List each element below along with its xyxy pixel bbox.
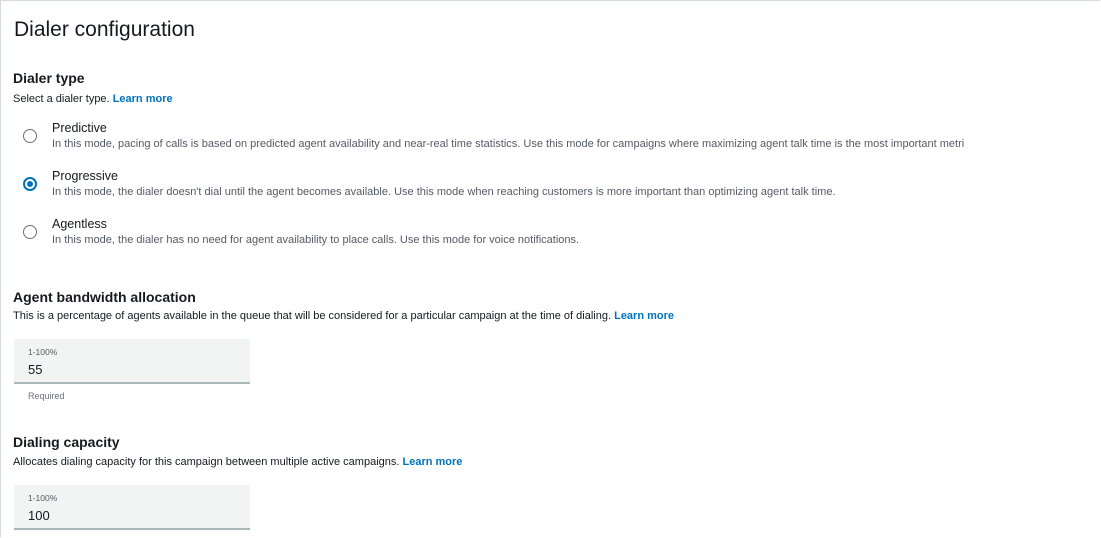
agent-bandwidth-constraint-text: Required <box>28 391 65 401</box>
dialer-type-heading: Dialer type <box>13 70 85 86</box>
dialer-type-description: Select a dialer type. Learn more <box>13 93 173 105</box>
progressive-label[interactable]: Progressive <box>52 169 118 183</box>
progressive-description: In this mode, the dialer doesn't dial un… <box>52 186 836 198</box>
dialer-type-description-text: Select a dialer type. <box>13 93 110 105</box>
agent-bandwidth-heading: Agent bandwidth allocation <box>13 289 196 305</box>
agent-bandwidth-description: This is a percentage of agents available… <box>13 310 674 322</box>
agent-bandwidth-learn-more-link[interactable]: Learn more <box>614 310 674 322</box>
radio-option-agentless[interactable]: Agentless In this mode, the dialer has n… <box>23 217 1100 257</box>
dialing-capacity-heading: Dialing capacity <box>13 434 120 450</box>
dialing-capacity-description: Allocates dialing capacity for this camp… <box>13 456 462 468</box>
dialing-capacity-description-text: Allocates dialing capacity for this camp… <box>13 456 400 468</box>
dialer-type-learn-more-link[interactable]: Learn more <box>113 93 173 105</box>
agent-bandwidth-value[interactable]: 55 <box>28 362 42 377</box>
radio-option-predictive[interactable]: Predictive In this mode, pacing of calls… <box>23 121 1100 161</box>
dialing-capacity-input[interactable]: 1-100% 100 <box>14 485 250 530</box>
predictive-label[interactable]: Predictive <box>52 121 107 135</box>
page-title: Dialer configuration <box>14 18 195 41</box>
radio-option-progressive[interactable]: Progressive In this mode, the dialer doe… <box>23 169 1100 209</box>
dialer-configuration-panel: Dialer configuration Dialer type Select … <box>0 0 1100 537</box>
predictive-radio[interactable] <box>23 129 37 143</box>
dialing-capacity-value[interactable]: 100 <box>28 508 50 523</box>
agentless-radio[interactable] <box>23 225 37 239</box>
agent-bandwidth-placeholder: 1-100% <box>28 347 58 357</box>
progressive-radio[interactable] <box>23 177 37 191</box>
predictive-description: In this mode, pacing of calls is based o… <box>52 138 965 150</box>
agent-bandwidth-input[interactable]: 1-100% 55 <box>14 339 250 384</box>
agentless-description: In this mode, the dialer has no need for… <box>52 234 580 246</box>
dialing-capacity-learn-more-link[interactable]: Learn more <box>403 456 463 468</box>
agentless-label[interactable]: Agentless <box>52 217 107 231</box>
dialing-capacity-placeholder: 1-100% <box>28 493 58 503</box>
agent-bandwidth-description-text: This is a percentage of agents available… <box>13 310 612 322</box>
